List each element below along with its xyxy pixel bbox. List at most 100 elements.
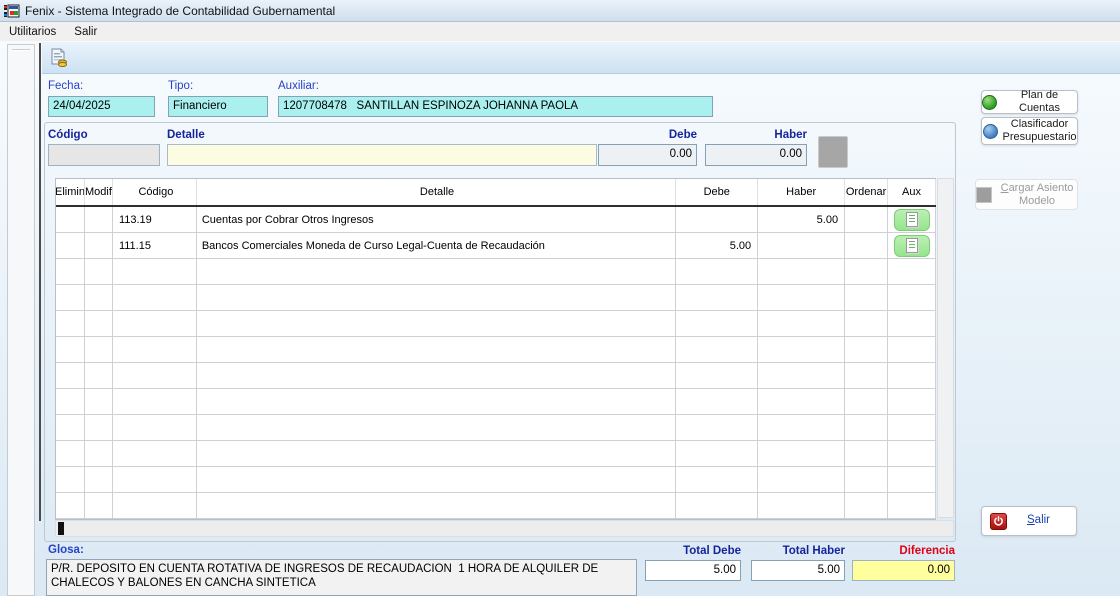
grid-cell [845, 311, 888, 336]
grid-cell [845, 415, 888, 440]
grid-cell [113, 311, 197, 336]
grid-cell [845, 467, 888, 492]
grid-cell: 5.00 [758, 207, 845, 232]
cargar-asiento-modelo-button[interactable]: Cargar Asiento Modelo [975, 179, 1078, 210]
aux-button[interactable] [894, 235, 930, 257]
grid-cell [113, 493, 197, 518]
scrollbar-thumb[interactable] [58, 522, 64, 535]
vertical-scrollbar[interactable] [937, 178, 954, 518]
grid-cell [197, 415, 676, 440]
grid-cell [676, 415, 758, 440]
grid-cell [85, 337, 113, 362]
table-row [56, 415, 936, 441]
grid-cell [676, 467, 758, 492]
grid-cell [758, 415, 845, 440]
table-row [56, 363, 936, 389]
grid-cell [845, 233, 888, 258]
grid-cell [888, 363, 936, 388]
clasificador-presupuestario-button[interactable]: Clasificador Presupuestario [981, 117, 1078, 145]
grid-cell [888, 311, 936, 336]
grid-cell [197, 389, 676, 414]
grid-cell [676, 259, 758, 284]
gray-square-icon [976, 187, 992, 203]
total-haber-field: 5.00 [751, 560, 845, 581]
new-entry-button[interactable] [46, 45, 72, 70]
detalle-input[interactable] [167, 144, 597, 166]
app-icon [4, 3, 20, 19]
grid-cell [888, 389, 936, 414]
grid-cell [845, 389, 888, 414]
grid-cell [197, 467, 676, 492]
grid-cell [113, 415, 197, 440]
grid-cell [758, 389, 845, 414]
grid-cell [845, 441, 888, 466]
dock-grip[interactable] [12, 49, 30, 51]
tipo-input[interactable]: Financiero [168, 96, 268, 117]
grid-cell [758, 441, 845, 466]
grid-cell: Bancos Comerciales Moneda de Curso Legal… [197, 233, 676, 258]
grid-cell [113, 467, 197, 492]
salir-button[interactable]: Salir [981, 506, 1077, 536]
grid-cell [56, 337, 85, 362]
debe-label: Debe [598, 129, 697, 141]
auxiliar-input[interactable]: 1207708478 SANTILLAN ESPINOZA JOHANNA PA… [278, 96, 713, 117]
codigo-input[interactable] [48, 144, 160, 166]
grid-cell [888, 441, 936, 466]
title-bar: Fenix - Sistema Integrado de Contabilida… [0, 0, 1120, 22]
grid-cell [845, 259, 888, 284]
diferencia-label: Diferencia [852, 545, 955, 557]
fecha-input[interactable]: 24/04/2025 [48, 96, 155, 117]
grid-cell [758, 285, 845, 310]
grid-cell [85, 259, 113, 284]
power-icon [990, 513, 1007, 530]
grid-cell [85, 233, 113, 258]
grid-cell [845, 337, 888, 362]
glosa-label: Glosa: [48, 544, 84, 556]
grid-cell [56, 363, 85, 388]
blue-sphere-icon [983, 124, 998, 139]
menu-salir[interactable]: Salir [65, 24, 106, 40]
grid-cell [845, 285, 888, 310]
grid-cell [888, 233, 936, 258]
grid-cell [197, 493, 676, 518]
glosa-textarea[interactable]: P/R. DEPOSITO EN CUENTA ROTATIVA DE INGR… [46, 559, 637, 596]
grid-cell [85, 441, 113, 466]
grid-column-header: Elimin [56, 179, 85, 205]
grid-column-header: Modif [85, 179, 113, 205]
grid-cell [56, 233, 85, 258]
grid-cell [845, 207, 888, 232]
table-header: EliminModifCódigoDetalleDebeHaberOrdenar… [56, 179, 936, 207]
grid-cell [197, 441, 676, 466]
menu-utilitarios[interactable]: Utilitarios [0, 24, 65, 40]
table-row [56, 285, 936, 311]
document-list-icon [906, 238, 918, 253]
grid-cell [888, 493, 936, 518]
grid-cell [758, 337, 845, 362]
toolbar [42, 42, 1120, 74]
haber-input[interactable]: 0.00 [705, 144, 807, 166]
aux-button[interactable] [894, 209, 930, 231]
grid-cell [113, 441, 197, 466]
grid-cell [758, 311, 845, 336]
grid-column-header: Código [113, 179, 197, 205]
auxiliar-label: Auxiliar: [278, 80, 319, 92]
table-row [56, 493, 936, 519]
clasificador-label: Clasificador Presupuestario [1003, 118, 1077, 143]
total-haber-label: Total Haber [751, 545, 845, 557]
plan-de-cuentas-button[interactable]: Plan de Cuentas [981, 90, 1078, 114]
grid-cell [85, 467, 113, 492]
table-row: 113.19Cuentas por Cobrar Otros Ingresos5… [56, 207, 936, 233]
grid-cell [56, 493, 85, 518]
gray-square-button[interactable] [818, 136, 848, 168]
grid-cell [676, 389, 758, 414]
grid-cell [197, 311, 676, 336]
grid-cell [197, 337, 676, 362]
horizontal-scrollbar[interactable] [55, 520, 954, 537]
left-dock-panel[interactable] [7, 44, 35, 596]
debe-input[interactable]: 0.00 [598, 144, 697, 166]
table-row [56, 311, 936, 337]
tipo-label: Tipo: [168, 80, 193, 92]
plan-de-cuentas-label: Plan de Cuentas [1002, 89, 1077, 114]
grid-cell [56, 207, 85, 232]
table-row [56, 441, 936, 467]
